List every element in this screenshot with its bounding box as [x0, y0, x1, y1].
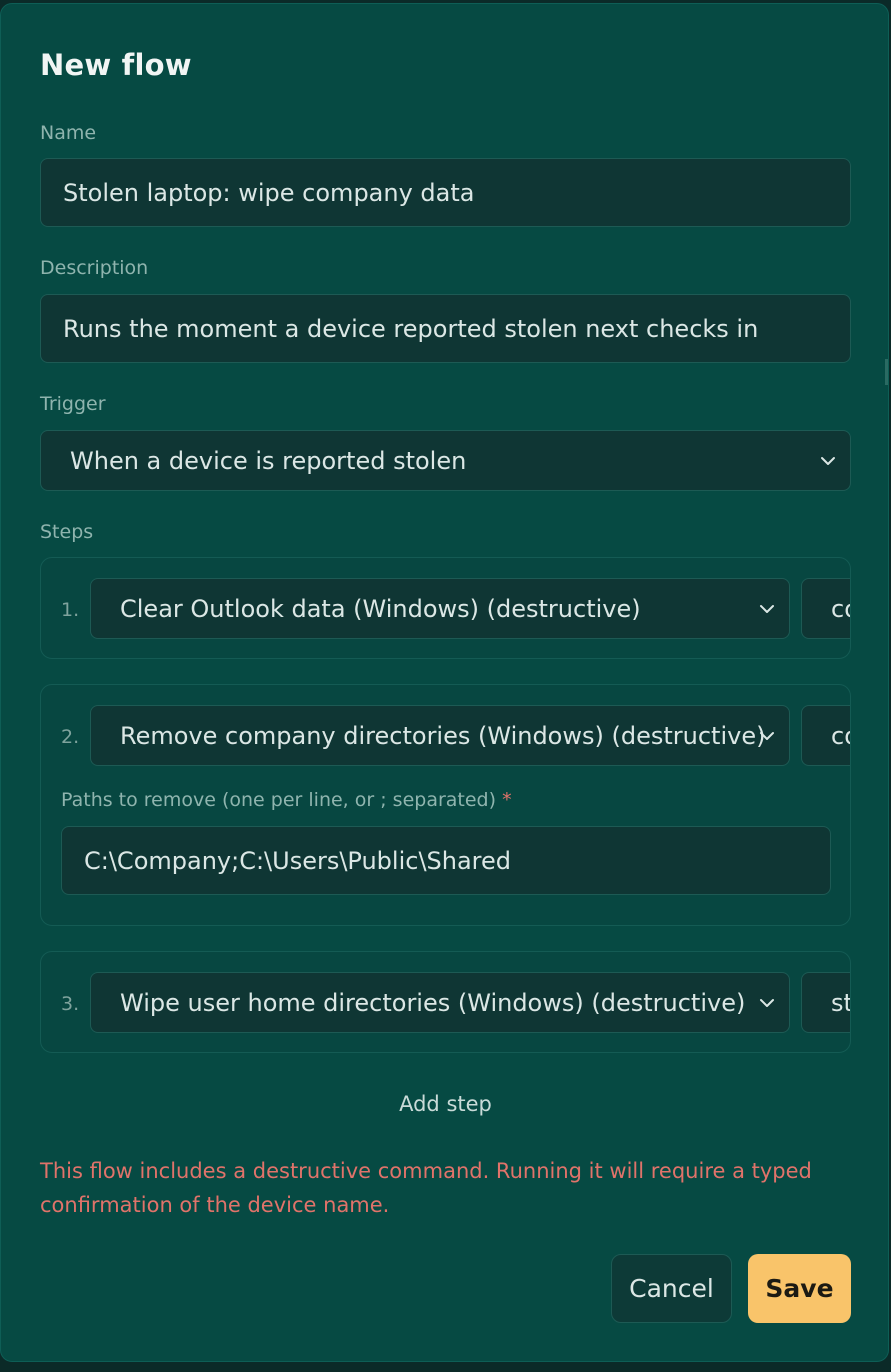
- required-marker: *: [502, 789, 512, 811]
- step-card-1: 1. Clear Outlook data (Windows) (destruc…: [40, 557, 851, 659]
- description-input-value: Runs the moment a device reported stolen…: [63, 314, 759, 343]
- step-param-select[interactable]: co: [801, 705, 850, 766]
- cancel-button-label: Cancel: [629, 1274, 714, 1303]
- dialog-title: New flow: [40, 48, 192, 82]
- trigger-select[interactable]: When a device is reported stolen: [40, 430, 851, 491]
- trigger-label: Trigger: [40, 393, 106, 415]
- step-param-select[interactable]: st: [801, 972, 851, 1033]
- step-number: 2.: [61, 726, 80, 748]
- save-button-label: Save: [765, 1274, 834, 1303]
- step-card-2: 2. Remove company directories (Windows) …: [40, 684, 851, 926]
- paths-input-value: C:\Company;C:\Users\Public\Shared: [84, 846, 512, 875]
- save-button[interactable]: Save: [748, 1254, 851, 1323]
- name-input-value: Stolen laptop: wipe company data: [63, 178, 475, 207]
- add-step-button[interactable]: Add step: [1, 1092, 888, 1116]
- step-action-value: Clear Outlook data (Windows) (destructiv…: [120, 594, 641, 623]
- name-label: Name: [40, 122, 97, 144]
- name-input[interactable]: Stolen laptop: wipe company data: [40, 158, 851, 227]
- step-action-value: Remove company directories (Windows) (de…: [120, 721, 766, 750]
- chevron-down-icon: [821, 456, 835, 465]
- step-param-value: co: [831, 594, 850, 623]
- step-number: 1.: [61, 599, 80, 621]
- destructive-warning: This flow includes a destructive command…: [40, 1159, 812, 1217]
- step-number: 3.: [61, 993, 80, 1015]
- cancel-button[interactable]: Cancel: [611, 1254, 732, 1323]
- step-action-value: Wipe user home directories (Windows) (de…: [120, 988, 746, 1017]
- step-param-select[interactable]: co: [801, 578, 850, 639]
- step-action-select[interactable]: Remove company directories (Windows) (de…: [90, 705, 790, 766]
- new-flow-dialog: New flow Name Stolen laptop: wipe compan…: [0, 3, 889, 1362]
- chevron-down-icon: [760, 604, 774, 613]
- scrollbar-edge: [885, 359, 888, 385]
- trigger-select-value: When a device is reported stolen: [70, 446, 467, 475]
- step-action-select[interactable]: Clear Outlook data (Windows) (destructiv…: [90, 578, 790, 639]
- paths-label-text: Paths to remove (one per line, or ; sepa…: [61, 789, 497, 811]
- step-param-value: st: [831, 988, 851, 1017]
- step-param-value: co: [831, 721, 850, 750]
- step-card-3: 3. Wipe user home directories (Windows) …: [40, 951, 851, 1053]
- steps-label: Steps: [40, 521, 94, 543]
- description-label: Description: [40, 257, 149, 279]
- paths-input[interactable]: C:\Company;C:\Users\Public\Shared: [61, 826, 831, 895]
- description-input[interactable]: Runs the moment a device reported stolen…: [40, 294, 851, 363]
- chevron-down-icon: [760, 998, 774, 1007]
- chevron-down-icon: [760, 731, 774, 740]
- paths-label: Paths to remove (one per line, or ; sepa…: [61, 789, 512, 811]
- step-action-select[interactable]: Wipe user home directories (Windows) (de…: [90, 972, 790, 1033]
